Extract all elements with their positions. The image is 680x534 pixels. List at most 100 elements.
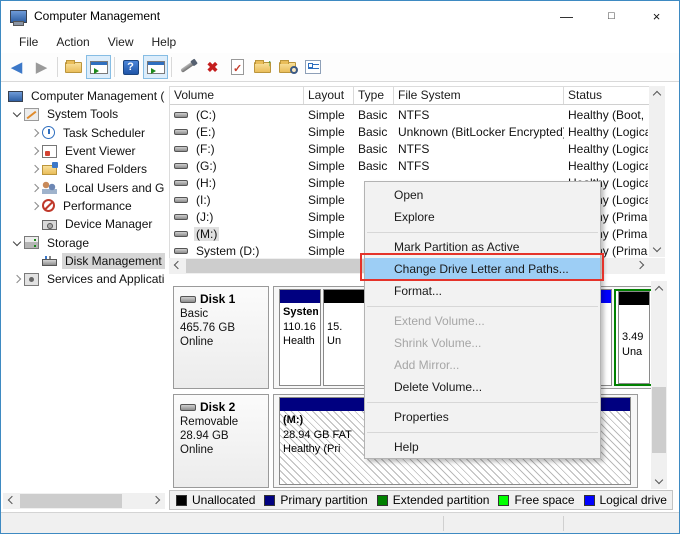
volume-icon [174, 129, 188, 135]
show-console-tree-button[interactable] [86, 55, 111, 79]
volume-icon [174, 112, 188, 118]
open-folder-button[interactable]: ↑ [250, 55, 275, 79]
disk1-partition-system[interactable]: System 110.16 Health [279, 289, 321, 386]
computer-icon [8, 91, 23, 102]
scroll-left-arrow[interactable] [169, 258, 185, 274]
disk1-info-panel[interactable]: Disk 1 Basic 465.76 GB Online [173, 286, 269, 389]
explore-folder-button[interactable] [275, 55, 300, 79]
chevron-right-icon[interactable] [29, 163, 42, 175]
commit-changes-button[interactable] [225, 55, 250, 79]
chevron-right-icon[interactable] [29, 145, 42, 157]
close-button[interactable]: × [634, 1, 679, 31]
tree-item-local-users-groups[interactable]: Local Users and Gr [3, 178, 165, 196]
tree-item-system-tools[interactable]: System Tools [3, 105, 165, 123]
tree-item-device-manager[interactable]: Device Manager [3, 215, 165, 233]
tree-item-services-applications[interactable]: Services and Applicati [3, 270, 165, 288]
menu-file[interactable]: File [10, 32, 47, 53]
tree-item-performance[interactable]: Performance [3, 197, 165, 215]
legend-item-unallocated: Unallocated [176, 493, 255, 507]
help-button[interactable]: ? [118, 55, 143, 79]
computer-management-icon [10, 10, 27, 23]
forward-button[interactable]: ▶ [29, 55, 54, 79]
menu-bar: File Action View Help [1, 31, 679, 53]
table-row-e[interactable]: (E:) Simple Basic Unknown (BitLocker Enc… [170, 123, 648, 140]
menu-action[interactable]: Action [47, 32, 98, 53]
forward-icon: ▶ [36, 60, 48, 75]
tree-item-event-viewer[interactable]: Event Viewer [3, 142, 165, 160]
tree-item-computer-management[interactable]: Computer Management ( [3, 87, 165, 105]
scroll-down-arrow[interactable] [651, 473, 667, 489]
volume-icon [174, 197, 188, 203]
services-icon [24, 273, 39, 286]
performance-icon [42, 199, 55, 212]
disk1-extended-unallocated[interactable]: 3.49 Una [618, 291, 650, 384]
scroll-left-arrow[interactable] [3, 493, 19, 509]
scroll-down-arrow[interactable] [649, 241, 665, 257]
menu-item-help[interactable]: Help [365, 436, 600, 458]
scroll-up-arrow[interactable] [651, 281, 667, 297]
chevron-down-icon[interactable] [11, 108, 24, 120]
toolbar-separator [171, 57, 172, 77]
disk-pane-vertical-scrollbar[interactable] [651, 281, 667, 489]
menu-item-extend-volume: Extend Volume... [365, 310, 600, 332]
screwdriver-icon [180, 61, 195, 73]
column-header-type[interactable]: Type [354, 87, 394, 104]
delete-button[interactable]: ✖ [200, 55, 225, 79]
menu-item-open[interactable]: Open [365, 184, 600, 206]
legend-item-logical-drive: Logical drive [584, 493, 667, 507]
menu-item-delete-volume[interactable]: Delete Volume... [365, 376, 600, 398]
red-x-icon: ✖ [207, 60, 219, 74]
up-folder-button[interactable] [61, 55, 86, 79]
help-icon: ? [123, 60, 139, 75]
minimize-button[interactable]: — [544, 1, 589, 31]
show-action-pane-button[interactable] [143, 55, 168, 79]
menu-item-explore[interactable]: Explore [365, 206, 600, 228]
menu-separator [367, 432, 598, 433]
minimize-icon: — [560, 10, 573, 23]
device-manager-icon [42, 220, 57, 230]
back-button[interactable]: ◀ [4, 55, 29, 79]
menu-item-add-mirror: Add Mirror... [365, 354, 600, 376]
menu-item-format[interactable]: Format... [365, 280, 600, 302]
legend-item-free-space: Free space [498, 493, 574, 507]
disk-tool-button[interactable] [175, 55, 200, 79]
column-header-file-system[interactable]: File System [394, 87, 564, 104]
scroll-thumb[interactable] [20, 494, 122, 508]
close-icon: × [653, 10, 661, 23]
scroll-up-arrow[interactable] [649, 86, 665, 102]
volume-icon [174, 248, 188, 254]
scroll-right-arrow[interactable] [633, 258, 649, 274]
chevron-right-icon[interactable] [29, 200, 42, 212]
window-controls: — □ × [544, 1, 679, 31]
folder-icon [65, 62, 82, 73]
tree-horizontal-scrollbar[interactable] [3, 493, 165, 509]
column-header-volume[interactable]: Volume [170, 87, 304, 104]
shared-folder-icon [42, 165, 57, 175]
scroll-thumb[interactable] [652, 387, 666, 453]
menu-help[interactable]: Help [143, 32, 186, 53]
column-header-status[interactable]: Status [564, 87, 648, 104]
properties-list-button[interactable] [300, 55, 325, 79]
table-row-g[interactable]: (G:) Simple Basic NTFS Healthy (Logica [170, 157, 648, 174]
menu-separator [367, 306, 598, 307]
table-row-c[interactable]: (C:) Simple Basic NTFS Healthy (Boot, P [170, 106, 648, 123]
chevron-right-icon[interactable] [11, 273, 24, 285]
volume-list-vertical-scrollbar[interactable] [649, 86, 665, 257]
tree-item-storage[interactable]: Storage [3, 233, 165, 251]
menu-view[interactable]: View [99, 32, 143, 53]
tree-item-shared-folders[interactable]: Shared Folders [3, 160, 165, 178]
chevron-right-icon[interactable] [29, 127, 42, 139]
menu-item-properties[interactable]: Properties [365, 406, 600, 428]
chevron-right-icon[interactable] [29, 182, 42, 194]
chevron-placeholder [29, 218, 42, 230]
disk2-info-panel[interactable]: Disk 2 Removable 28.94 GB Online [173, 394, 269, 488]
window-title: Computer Management [34, 9, 160, 23]
tree-item-disk-management[interactable]: Disk Management [3, 252, 165, 270]
scroll-right-arrow[interactable] [149, 493, 165, 509]
maximize-button[interactable]: □ [589, 1, 634, 31]
column-header-layout[interactable]: Layout [304, 87, 354, 104]
tree-item-task-scheduler[interactable]: Task Scheduler [3, 124, 165, 142]
primary-partition-bar [280, 290, 320, 303]
chevron-down-icon[interactable] [11, 237, 24, 249]
table-row-f[interactable]: (F:) Simple Basic NTFS Healthy (Logica [170, 140, 648, 157]
